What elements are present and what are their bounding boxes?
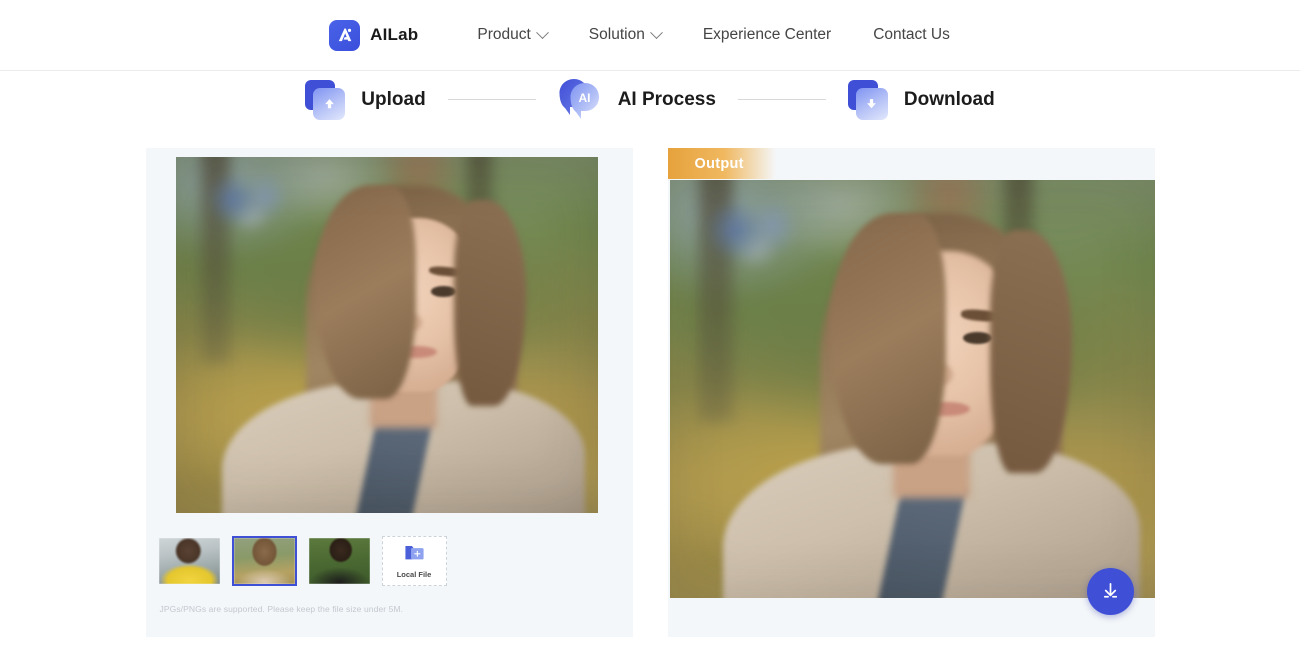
workspace: Local File JPGs/PNGs are supported. Plea… <box>0 128 1300 637</box>
progress-steps: Upload AI <box>0 71 1300 128</box>
step-label: Upload <box>361 89 425 111</box>
ai-bubble-icon: AI <box>558 77 606 123</box>
download-arrow-icon <box>848 78 892 122</box>
nav-item-product[interactable]: Product <box>456 26 567 44</box>
download-result-button[interactable] <box>1087 568 1134 615</box>
step-upload[interactable]: Upload <box>305 78 425 122</box>
nav-item-label: Product <box>477 26 530 44</box>
step-label: AI Process <box>618 89 716 111</box>
nav-item-label: Contact Us <box>873 26 950 44</box>
nav-item-experience-center[interactable]: Experience Center <box>682 26 852 44</box>
add-image-icon <box>404 543 425 567</box>
thumbnail-option-3[interactable] <box>307 536 372 586</box>
main-navigation: AILab Product Solution Experience Center… <box>329 20 971 51</box>
chevron-down-icon <box>536 26 549 39</box>
step-ai-process[interactable]: AI AI Process <box>558 77 716 123</box>
chevron-down-icon <box>650 26 663 39</box>
upload-hint-text: JPGs/PNGs are supported. Please keep the… <box>160 604 404 614</box>
svg-text:AI: AI <box>578 91 590 105</box>
site-header: AILab Product Solution Experience Center… <box>0 0 1300 71</box>
upload-arrow-icon <box>305 78 349 122</box>
output-badge: Output <box>668 148 776 179</box>
ailab-logo-icon <box>329 20 360 51</box>
nav-item-label: Experience Center <box>703 26 831 44</box>
nav-item-contact-us[interactable]: Contact Us <box>852 26 971 44</box>
output-panel: Output <box>668 148 1155 637</box>
step-connector <box>448 99 536 100</box>
output-badge-label: Output <box>668 156 744 172</box>
local-file-label: Local File <box>397 570 432 579</box>
thumbnail-option-2[interactable] <box>232 536 297 586</box>
output-image-preview <box>670 180 1155 598</box>
local-file-upload-button[interactable]: Local File <box>382 536 447 586</box>
brand-name: AILab <box>370 25 418 45</box>
input-panel: Local File JPGs/PNGs are supported. Plea… <box>146 148 633 637</box>
nav-item-solution[interactable]: Solution <box>568 26 682 44</box>
thumbnail-strip: Local File <box>157 536 447 586</box>
step-connector <box>738 99 826 100</box>
step-download[interactable]: Download <box>848 78 995 122</box>
nav-item-label: Solution <box>589 26 645 44</box>
input-image-preview <box>176 157 598 513</box>
step-label: Download <box>904 89 995 111</box>
thumbnail-option-1[interactable] <box>157 536 222 586</box>
brand-logo-link[interactable]: AILab <box>329 20 418 51</box>
